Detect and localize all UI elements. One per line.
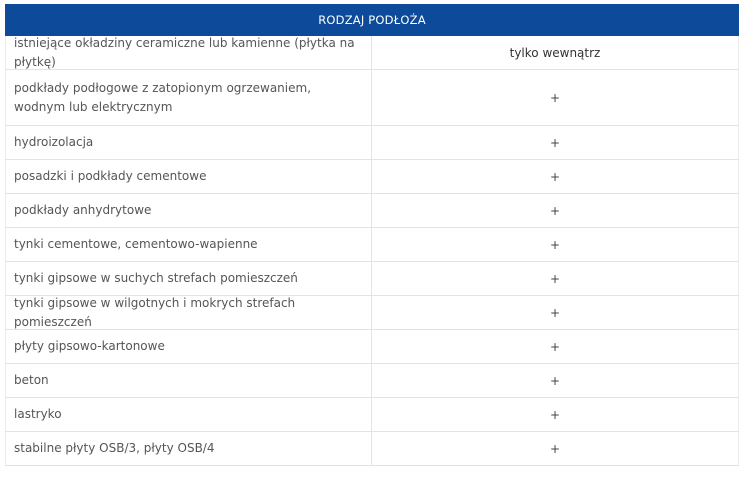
- row-value: +: [549, 339, 561, 354]
- row-value: +: [549, 237, 561, 252]
- row-label: podkłady anhydrytowe: [6, 194, 372, 227]
- table-row: tynki cementowe, cementowo-wapienne +: [5, 228, 739, 262]
- table-row: podkłady anhydrytowe +: [5, 194, 739, 228]
- table-row: podkłady podłogowe z zatopionym ogrzewan…: [5, 70, 739, 126]
- table-row: hydroizolacja +: [5, 126, 739, 160]
- row-value: tylko wewnątrz: [509, 45, 601, 60]
- table-row: stabilne płyty OSB/3, płyty OSB/4 +: [5, 432, 739, 466]
- row-label: stabilne płyty OSB/3, płyty OSB/4: [6, 432, 372, 465]
- table-row: płyty gipsowo-kartonowe +: [5, 330, 739, 364]
- row-label: beton: [6, 364, 372, 397]
- row-label: lastryko: [6, 398, 372, 431]
- table-row: tynki gipsowe w wilgotnych i mokrych str…: [5, 296, 739, 330]
- row-label: tynki gipsowe w wilgotnych i mokrych str…: [6, 296, 372, 329]
- table-row: posadzki i podkłady cementowe +: [5, 160, 739, 194]
- table-row: beton +: [5, 364, 739, 398]
- row-label: posadzki i podkłady cementowe: [6, 160, 372, 193]
- row-label: hydroizolacja: [6, 126, 372, 159]
- row-label: tynki cementowe, cementowo-wapienne: [6, 228, 372, 261]
- row-value: +: [549, 373, 561, 388]
- row-value: +: [549, 441, 561, 456]
- table-header: RODZAJ PODŁOŻA: [5, 4, 739, 36]
- substrate-table: RODZAJ PODŁOŻA istniejące okładziny cera…: [5, 4, 739, 466]
- row-label: tynki gipsowe w suchych strefach pomiesz…: [6, 262, 372, 295]
- row-value: +: [549, 203, 561, 218]
- table-row: tynki gipsowe w suchych strefach pomiesz…: [5, 262, 739, 296]
- row-value: +: [549, 407, 561, 422]
- table-row: istniejące okładziny ceramiczne lub kami…: [5, 36, 739, 70]
- row-value: +: [549, 135, 561, 150]
- row-label: podkłady podłogowe z zatopionym ogrzewan…: [6, 70, 372, 125]
- row-value: +: [549, 305, 561, 320]
- table-row: lastryko +: [5, 398, 739, 432]
- row-value: +: [549, 90, 561, 105]
- row-value: +: [549, 271, 561, 286]
- row-label: płyty gipsowo-kartonowe: [6, 330, 372, 363]
- row-label: istniejące okładziny ceramiczne lub kami…: [6, 36, 372, 69]
- row-value: +: [549, 169, 561, 184]
